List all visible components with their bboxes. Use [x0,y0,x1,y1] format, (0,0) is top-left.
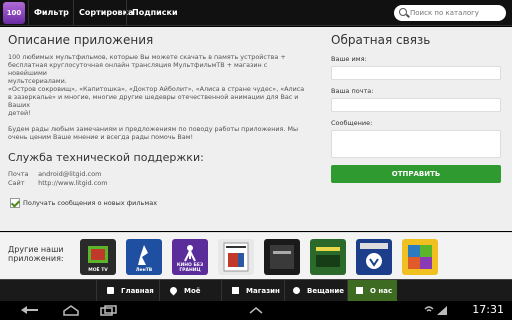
notify-checkbox[interactable] [10,198,20,208]
nav-broadcast-label: Вещание [307,287,345,295]
info-icon [356,287,363,294]
search-input[interactable] [410,7,502,19]
search-icon [399,8,407,16]
search-box[interactable] [394,5,506,21]
site-label: Сайт [8,179,25,187]
support-title: Служба технической поддержки: [8,151,204,164]
top-bar: 100 Фильтр Сортировка Подписки [0,0,512,26]
nav-home-label: Главная [121,287,154,295]
mail-value[interactable]: android@litgid.com [38,170,101,178]
cart-icon [232,287,239,294]
app-tile-label: КИНО БЕЗ ГРАНИЦ [176,263,204,273]
back-icon[interactable] [18,305,40,316]
message-label: Сообщение: [331,119,373,127]
app-tile-lentv[interactable]: ЛенТВ [126,239,162,275]
feedback-column: Обратная связь Ваше имя: Ваша почта: Соо… [331,33,503,183]
name-label: Ваше имя: [331,55,367,63]
wifi-icon [424,306,434,312]
play-icon [293,287,300,294]
description-title: Описание приложения [8,33,154,47]
nav-about-label: О нас [370,287,393,295]
support-mail-row: Почта android@litgid.com [8,170,308,179]
book-cover-icon [218,239,254,275]
mail-label: Почта [8,170,29,178]
nav-mine-label: Моё [184,287,201,295]
nav-store-label: Магазин [246,287,280,295]
app-tile-dark[interactable] [264,239,300,275]
puzzle-cover-icon [402,239,438,275]
clock: 17:31 [472,303,504,316]
other-apps-label: Другие наши приложения: [8,245,64,263]
send-button[interactable]: ОТПРАВИТЬ [331,165,501,183]
dark-cover-icon [264,239,300,275]
app-tile-label: МОЁ TV [88,268,108,273]
email-label: Ваша почта: [331,87,374,95]
system-bar: 17:31 [0,301,512,320]
main-panel: Описание приложения 100 любимых мультфил… [0,27,512,231]
blue-cover-icon [356,239,392,275]
nav-about[interactable]: О нас [347,280,397,302]
thumbs-up-icon [107,287,114,294]
app-tile-moe-tv[interactable]: МОЁ TV [80,239,116,275]
support-site-row: Сайт http://www.litgid.com [8,179,308,188]
home-icon[interactable] [62,305,80,316]
tab-subscriptions[interactable]: Подписки [126,0,183,26]
recent-apps-icon[interactable] [100,305,118,316]
app-tile-kino[interactable]: КИНО БЕЗ ГРАНИЦ [172,239,208,275]
other-apps-strip: Другие наши приложения: МОЁ TV ЛенТВ КИН… [0,232,512,279]
tab-filter[interactable]: Фильтр [28,0,74,26]
notify-checkbox-label: Получать сообщения о новых фильмах [23,199,158,207]
app-logo-icon[interactable]: 100 [3,2,25,24]
app-tile-label: ЛенТВ [135,268,153,273]
description-column: Описание приложения 100 любимых мультфил… [8,33,308,210]
app-tile-puzzle[interactable] [402,239,438,275]
feedback-title: Обратная связь [331,33,431,47]
app-tile-book[interactable] [218,239,254,275]
app-tile-blue[interactable] [356,239,392,275]
nav-home[interactable]: Главная [96,280,159,302]
bottom-nav: Главная Моё Магазин Вещание О нас [0,279,512,302]
heart-icon [168,285,179,296]
app-tile-green[interactable] [310,239,346,275]
chevron-up-icon[interactable] [248,305,264,316]
signal-icon [437,306,447,315]
description-text: 100 любимых мультфильмов, которые Вы мож… [8,53,305,141]
nav-mine[interactable]: Моё [159,280,221,302]
app-badge: 100 [6,9,22,17]
message-field[interactable] [331,130,501,158]
email-field[interactable] [331,98,501,112]
nav-broadcast[interactable]: Вещание [284,280,347,302]
name-field[interactable] [331,66,501,80]
site-value[interactable]: http://www.litgid.com [38,179,108,187]
green-cover-icon [310,239,346,275]
nav-store[interactable]: Магазин [221,280,284,302]
notify-checkbox-row[interactable]: Получать сообщения о новых фильмах [8,198,308,210]
